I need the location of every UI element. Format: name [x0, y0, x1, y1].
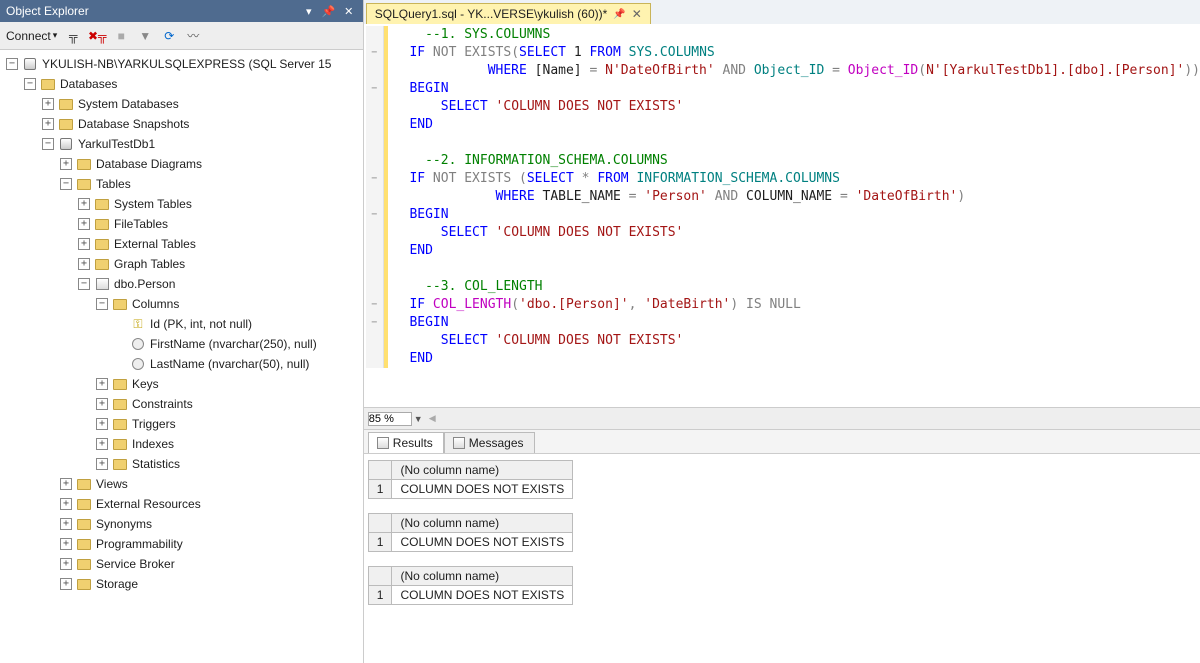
folder-icon	[94, 236, 110, 252]
tree-synonyms[interactable]: +Synonyms	[0, 514, 363, 534]
tree-database-snapshots[interactable]: +Database Snapshots	[0, 114, 363, 134]
connect-button[interactable]: Connect▾	[6, 29, 57, 43]
folder-icon	[40, 76, 56, 92]
folder-icon	[112, 456, 128, 472]
tree-tables[interactable]: −Tables	[0, 174, 363, 194]
tree-col-lastname[interactable]: +LastName (nvarchar(50), null)	[0, 354, 363, 374]
tree-col-id[interactable]: +⚿Id (PK, int, not null)	[0, 314, 363, 334]
cell[interactable]: COLUMN DOES NOT EXISTS	[392, 480, 573, 499]
tree-databases[interactable]: −Databases	[0, 74, 363, 94]
folder-icon	[76, 536, 92, 552]
refresh-icon[interactable]: ⟳	[161, 28, 177, 44]
folder-icon	[76, 156, 92, 172]
folder-icon	[112, 436, 128, 452]
tree-yarkultestdb1[interactable]: −YarkulTestDb1	[0, 134, 363, 154]
tree-triggers[interactable]: +Triggers	[0, 414, 363, 434]
filter-icon[interactable]: ▼	[137, 28, 153, 44]
results-area[interactable]: (No column name) 1COLUMN DOES NOT EXISTS…	[364, 453, 1200, 663]
folder-icon	[76, 496, 92, 512]
tree-views[interactable]: +Views	[0, 474, 363, 494]
key-icon: ⚿	[130, 316, 146, 332]
result-grid-1: (No column name) 1COLUMN DOES NOT EXISTS	[368, 460, 1200, 499]
tree-database-diagrams[interactable]: +Database Diagrams	[0, 154, 363, 174]
tree-server[interactable]: −YKULISH-NB\YARKULSQLEXPRESS (SQL Server…	[0, 54, 363, 74]
folder-icon	[76, 176, 92, 192]
column-icon	[130, 356, 146, 372]
folder-icon	[94, 256, 110, 272]
result-grid-3: (No column name) 1COLUMN DOES NOT EXISTS	[368, 566, 1200, 605]
tree-programmability[interactable]: +Programmability	[0, 534, 363, 554]
tree-filetables[interactable]: +FileTables	[0, 214, 363, 234]
tree-graph-tables[interactable]: +Graph Tables	[0, 254, 363, 274]
messages-tab[interactable]: Messages	[444, 432, 535, 453]
folder-icon	[76, 556, 92, 572]
stop-icon[interactable]: ■	[113, 28, 129, 44]
tree-keys[interactable]: +Keys	[0, 374, 363, 394]
pin-icon[interactable]: 📌	[613, 9, 625, 20]
cell[interactable]: COLUMN DOES NOT EXISTS	[392, 533, 573, 552]
pin-icon[interactable]: 📌	[321, 3, 337, 19]
close-icon[interactable]: ✕	[632, 7, 642, 21]
row-number[interactable]: 1	[368, 533, 392, 552]
zoom-bar: ▼ ◀	[364, 407, 1200, 429]
tree-external-resources[interactable]: +External Resources	[0, 494, 363, 514]
disconnect-icon[interactable]: ╦	[65, 28, 81, 44]
folder-icon	[112, 396, 128, 412]
tree-columns[interactable]: −Columns	[0, 294, 363, 314]
tab-sqlquery1[interactable]: SQLQuery1.sql - YK...VERSE\ykulish (60))…	[366, 3, 651, 24]
col-header[interactable]: (No column name)	[392, 567, 573, 586]
editor-panel: SQLQuery1.sql - YK...VERSE\ykulish (60))…	[364, 0, 1200, 663]
result-grid-2: (No column name) 1COLUMN DOES NOT EXISTS	[368, 513, 1200, 552]
cell[interactable]: COLUMN DOES NOT EXISTS	[392, 586, 573, 605]
folder-icon	[76, 576, 92, 592]
result-tabbar: Results Messages	[364, 429, 1200, 453]
activity-icon[interactable]: 〰	[185, 28, 201, 44]
chevron-down-icon[interactable]: ▼	[414, 414, 423, 424]
object-explorer-toolbar: Connect▾ ╦ ✖╦ ■ ▼ ⟳ 〰	[0, 22, 363, 50]
folder-icon	[58, 116, 74, 132]
tree-system-databases[interactable]: +System Databases	[0, 94, 363, 114]
tree-indexes[interactable]: +Indexes	[0, 434, 363, 454]
folder-icon	[94, 216, 110, 232]
tree-col-firstname[interactable]: +FirstName (nvarchar(250), null)	[0, 334, 363, 354]
tab-label: SQLQuery1.sql - YK...VERSE\ykulish (60))…	[375, 7, 608, 21]
close-icon[interactable]: ✕	[341, 3, 357, 19]
tree-service-broker[interactable]: +Service Broker	[0, 554, 363, 574]
results-tab[interactable]: Results	[368, 432, 444, 453]
tree-external-tables[interactable]: +External Tables	[0, 234, 363, 254]
tree-system-tables[interactable]: +System Tables	[0, 194, 363, 214]
tree-constraints[interactable]: +Constraints	[0, 394, 363, 414]
object-explorer-title: Object Explorer	[6, 4, 297, 18]
server-icon	[22, 56, 38, 72]
grid-icon	[377, 437, 389, 449]
tree-dbo-person[interactable]: −dbo.Person	[0, 274, 363, 294]
object-explorer-tree[interactable]: −YKULISH-NB\YARKULSQLEXPRESS (SQL Server…	[0, 50, 363, 663]
table-icon	[94, 276, 110, 292]
scroll-left-icon[interactable]: ◀	[429, 413, 436, 424]
folder-icon	[58, 96, 74, 112]
zoom-input[interactable]	[368, 412, 412, 426]
folder-icon	[112, 416, 128, 432]
document-tabbar: SQLQuery1.sql - YK...VERSE\ykulish (60))…	[364, 0, 1200, 24]
col-header[interactable]: (No column name)	[392, 514, 573, 533]
folder-icon	[76, 476, 92, 492]
col-header[interactable]: (No column name)	[392, 461, 573, 480]
folder-icon	[94, 196, 110, 212]
column-icon	[130, 336, 146, 352]
folder-icon	[112, 296, 128, 312]
sql-editor[interactable]: --1. SYS.COLUMNS − IF NOT EXISTS(SELECT …	[364, 24, 1200, 407]
messages-icon	[453, 437, 465, 449]
disconnect-all-icon[interactable]: ✖╦	[89, 28, 105, 44]
row-number[interactable]: 1	[368, 586, 392, 605]
object-explorer-panel: Object Explorer ▾ 📌 ✕ Connect▾ ╦ ✖╦ ■ ▼ …	[0, 0, 364, 663]
tree-storage[interactable]: +Storage	[0, 574, 363, 594]
object-explorer-titlebar: Object Explorer ▾ 📌 ✕	[0, 0, 363, 22]
folder-icon	[112, 376, 128, 392]
window-position-icon[interactable]: ▾	[301, 3, 317, 19]
folder-icon	[76, 516, 92, 532]
tree-statistics[interactable]: +Statistics	[0, 454, 363, 474]
database-icon	[58, 136, 74, 152]
row-number[interactable]: 1	[368, 480, 392, 499]
